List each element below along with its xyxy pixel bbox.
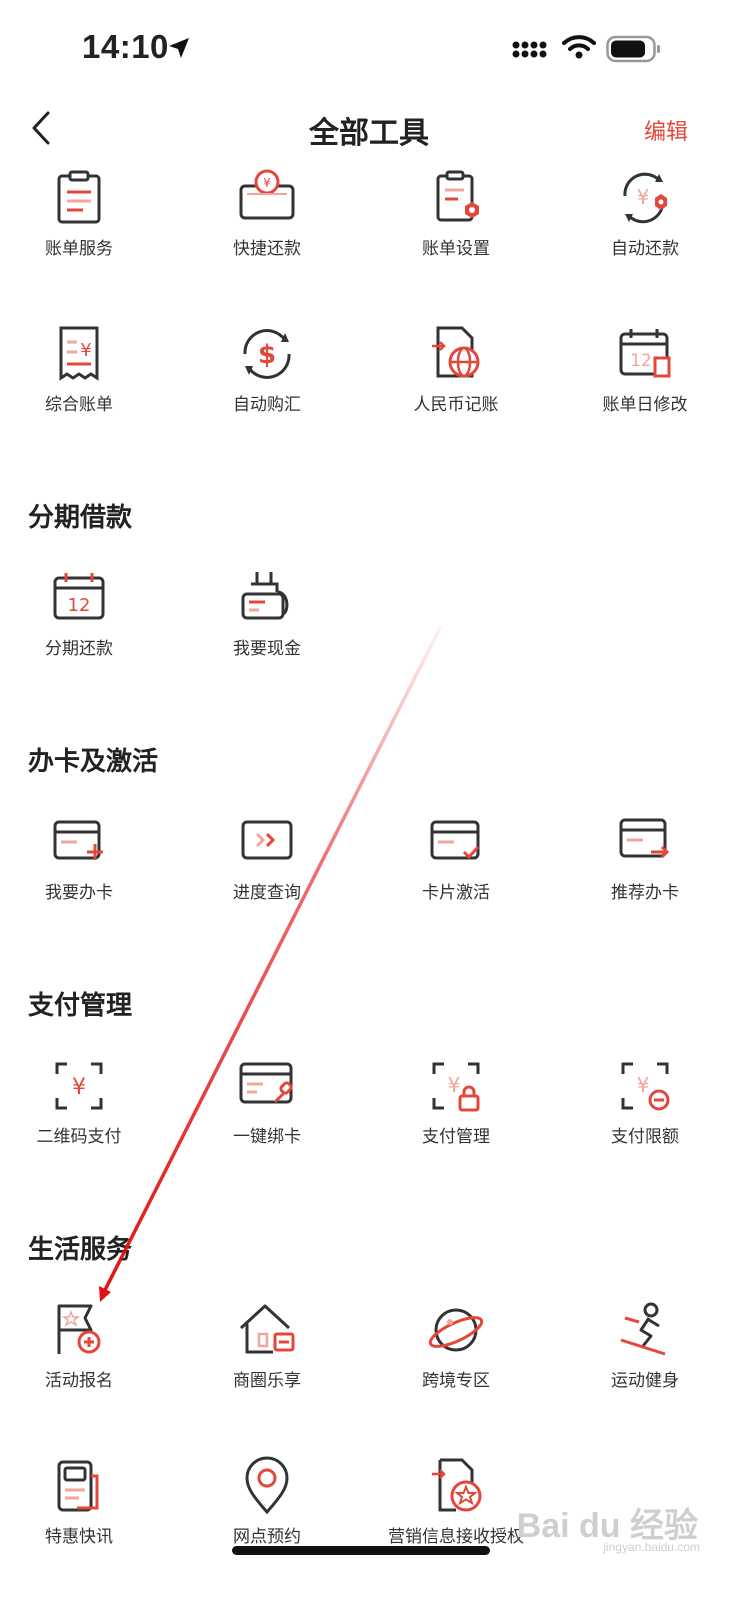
tool-activity-signup[interactable]: 活动报名 (0, 1300, 174, 1391)
section-title-installment: 分期借款 (28, 502, 133, 532)
tool-apply-card[interactable]: 我要办卡 (0, 812, 174, 903)
tool-label: 综合账单 (45, 395, 113, 414)
tool-progress-query[interactable]: 进度查询 (172, 812, 362, 903)
location-pin-icon (245, 1456, 289, 1515)
tool-label: 快捷还款 (233, 239, 301, 258)
cellular-signal-icon (512, 41, 547, 58)
tool-auto-repay[interactable]: ¥ 自动还款 (550, 168, 738, 259)
tool-label: 二维码支付 (36, 1127, 122, 1146)
section-title-payment: 支付管理 (28, 990, 133, 1020)
tool-sports-fitness[interactable]: 运动健身 (550, 1300, 738, 1391)
tool-label: 支付管理 (422, 1127, 490, 1146)
tool-cross-border[interactable]: 跨境专区 (361, 1300, 551, 1391)
svg-text:$: $ (258, 340, 276, 370)
svg-text:12: 12 (630, 351, 652, 371)
shopping-house-icon (239, 1304, 295, 1354)
tool-bill-date-edit[interactable]: 12 账单日修改 (550, 324, 738, 415)
svg-text:¥: ¥ (72, 1075, 86, 1100)
card-add-icon (53, 820, 103, 860)
tool-label: 自动还款 (611, 239, 679, 258)
tool-label: 网点预约 (233, 1527, 301, 1546)
tool-label: 账单设置 (422, 239, 490, 258)
bill-settings-icon (436, 170, 479, 222)
bind-card-icon (239, 1062, 293, 1104)
tool-label: 自动购汇 (233, 395, 301, 414)
svg-text:¥: ¥ (637, 1073, 650, 1097)
tool-pay-limit[interactable]: ¥ 支付限额 (550, 1056, 738, 1147)
section-title-card: 办卡及激活 (28, 746, 159, 776)
receipt-icon: ¥ (59, 326, 99, 381)
svg-text:¥: ¥ (637, 185, 650, 209)
tool-rmb-bookkeeping[interactable]: 人民币记账 (361, 324, 551, 415)
tool-qr-pay[interactable]: ¥ 二维码支付 (0, 1056, 174, 1147)
progress-query-icon (241, 820, 293, 860)
tool-label: 商圈乐享 (233, 1371, 301, 1390)
tool-label: 账单服务 (45, 239, 113, 258)
tool-label: 分期还款 (45, 639, 113, 658)
tool-recommend-card[interactable]: 推荐办卡 (550, 812, 738, 903)
svg-text:12: 12 (68, 595, 91, 616)
pay-limit-icon: ¥ (621, 1062, 670, 1111)
tool-installment-repay[interactable]: 12 分期还款 (0, 568, 174, 659)
watermark-url: jingyan.baidu.com (603, 1540, 700, 1554)
tool-label: 人民币记账 (413, 395, 499, 414)
news-icon (57, 1460, 99, 1512)
tool-label: 运动健身 (611, 1371, 679, 1390)
tool-label: 推荐办卡 (611, 883, 679, 902)
rmb-bookkeeping-icon (432, 326, 480, 378)
tool-auto-exchange[interactable]: $ 自动购汇 (172, 324, 362, 415)
page-title: 全部工具 (309, 117, 429, 150)
location-arrow-icon (169, 38, 189, 58)
battery-icon (606, 35, 660, 63)
tool-label: 特惠快讯 (45, 1527, 113, 1546)
tool-quick-repay[interactable]: ¥ 快捷还款 (172, 168, 362, 259)
tool-label: 我要办卡 (45, 883, 113, 902)
edit-button[interactable]: 编辑 (644, 114, 688, 146)
status-time: 14:10 (82, 28, 169, 65)
wifi-icon (562, 35, 596, 59)
tool-label: 支付限额 (611, 1127, 679, 1146)
skiing-icon (620, 1302, 666, 1356)
tool-pay-manage[interactable]: ¥ 支付管理 (361, 1056, 551, 1147)
tool-special-news[interactable]: 特惠快讯 (0, 1456, 174, 1547)
qr-pay-icon: ¥ (55, 1062, 103, 1110)
home-indicator[interactable] (232, 1546, 490, 1555)
quick-repay-icon: ¥ (239, 169, 295, 220)
tool-bill-settings[interactable]: 账单设置 (361, 168, 551, 259)
card-recommend-icon (619, 818, 670, 859)
tool-card-activate[interactable]: 卡片激活 (361, 812, 551, 903)
tool-want-cash[interactable]: 我要现金 (172, 568, 362, 659)
card-activate-icon (430, 820, 480, 860)
status-bar: 14:10 (0, 0, 738, 95)
tool-label: 一键绑卡 (233, 1127, 301, 1146)
tool-label: 进度查询 (233, 883, 301, 902)
tool-bill-service[interactable]: 账单服务 (0, 168, 174, 259)
svg-text:¥: ¥ (448, 1073, 461, 1097)
tool-label: 卡片激活 (422, 883, 490, 902)
tool-branch-booking[interactable]: 网点预约 (172, 1456, 362, 1547)
bill-clipboard-icon (57, 170, 101, 224)
section-title-life: 生活服务 (28, 1234, 133, 1264)
svg-text:¥: ¥ (80, 340, 91, 361)
svg-text:¥: ¥ (263, 176, 271, 190)
calendar-icon: 12 (53, 573, 105, 620)
marketing-auth-icon (432, 1458, 482, 1512)
tool-label: 活动报名 (45, 1371, 113, 1390)
tool-bind-card[interactable]: 一键绑卡 (172, 1056, 362, 1147)
tool-shopping-district[interactable]: 商圈乐享 (172, 1300, 362, 1391)
pay-manage-icon: ¥ (432, 1062, 480, 1112)
tool-label: 我要现金 (233, 639, 301, 658)
cash-icon (241, 572, 289, 620)
auto-exchange-icon: $ (243, 329, 291, 379)
tool-label: 跨境专区 (422, 1371, 490, 1390)
planet-icon (428, 1308, 484, 1352)
tool-summary-bill[interactable]: ¥ 综合账单 (0, 324, 174, 415)
bill-date-edit-icon: 12 (619, 329, 671, 378)
tool-label: 账单日修改 (602, 395, 688, 414)
activity-flag-icon (57, 1304, 101, 1354)
auto-repay-icon: ¥ (623, 172, 667, 224)
